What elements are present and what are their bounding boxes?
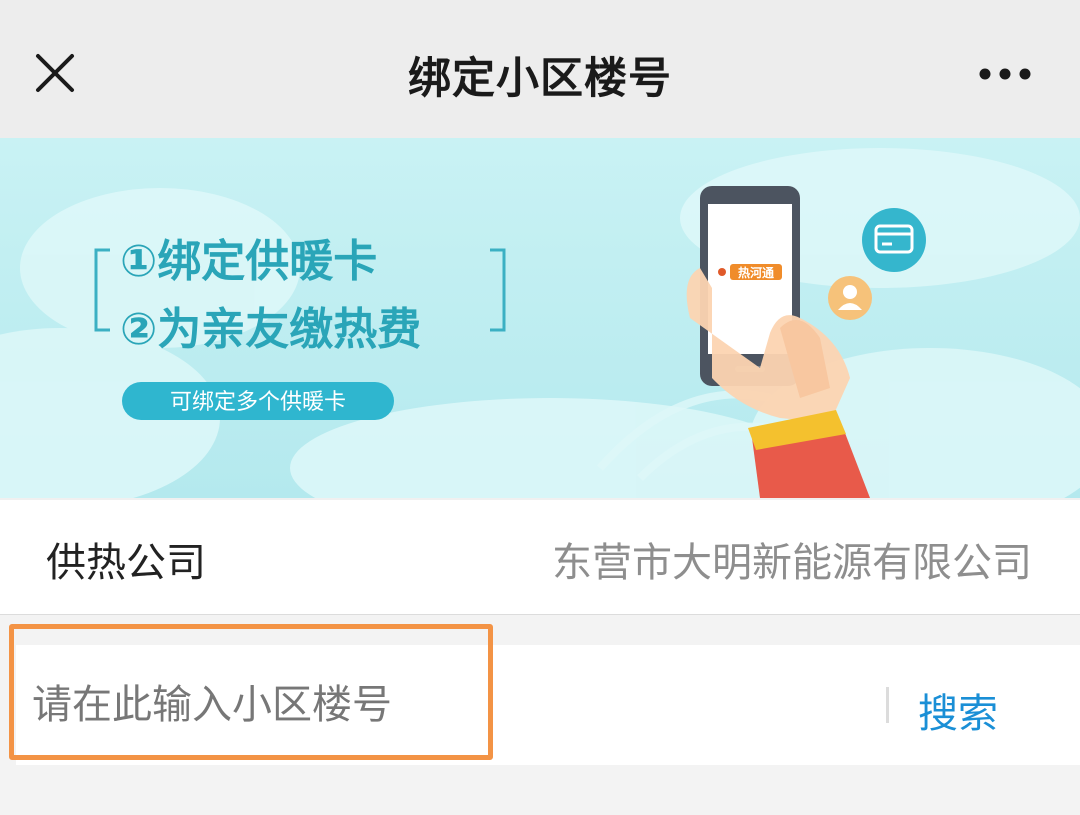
heating-company-row[interactable]: 供热公司 东营市大明新能源有限公司 <box>0 500 1080 615</box>
banner-line1: ①绑定供暖卡 <box>120 236 377 287</box>
search-divider <box>886 687 889 723</box>
page-title: 绑定小区楼号 <box>408 54 672 104</box>
card-icon <box>862 208 926 272</box>
company-value: 东营市大明新能源有限公司 <box>552 540 1032 586</box>
banner-line2: ②为亲友缴热费 <box>120 304 421 355</box>
close-icon[interactable] <box>28 46 84 102</box>
app-logo-label: 热河通 <box>738 265 774 280</box>
promo-banner[interactable]: ①绑定供暖卡 ②为亲友缴热费 可绑定多个供暖卡 热河通 <box>0 138 1080 498</box>
search-section: 搜索 <box>0 615 1080 815</box>
navigation-bar: 绑定小区楼号 <box>0 0 1080 138</box>
user-icon <box>828 276 872 320</box>
search-button[interactable]: 搜索 <box>918 681 998 739</box>
more-icon[interactable] <box>970 54 1040 94</box>
building-search-input[interactable] <box>16 645 876 765</box>
banner-pill-label: 可绑定多个供暖卡 <box>170 390 346 415</box>
company-label: 供热公司 <box>46 540 206 586</box>
